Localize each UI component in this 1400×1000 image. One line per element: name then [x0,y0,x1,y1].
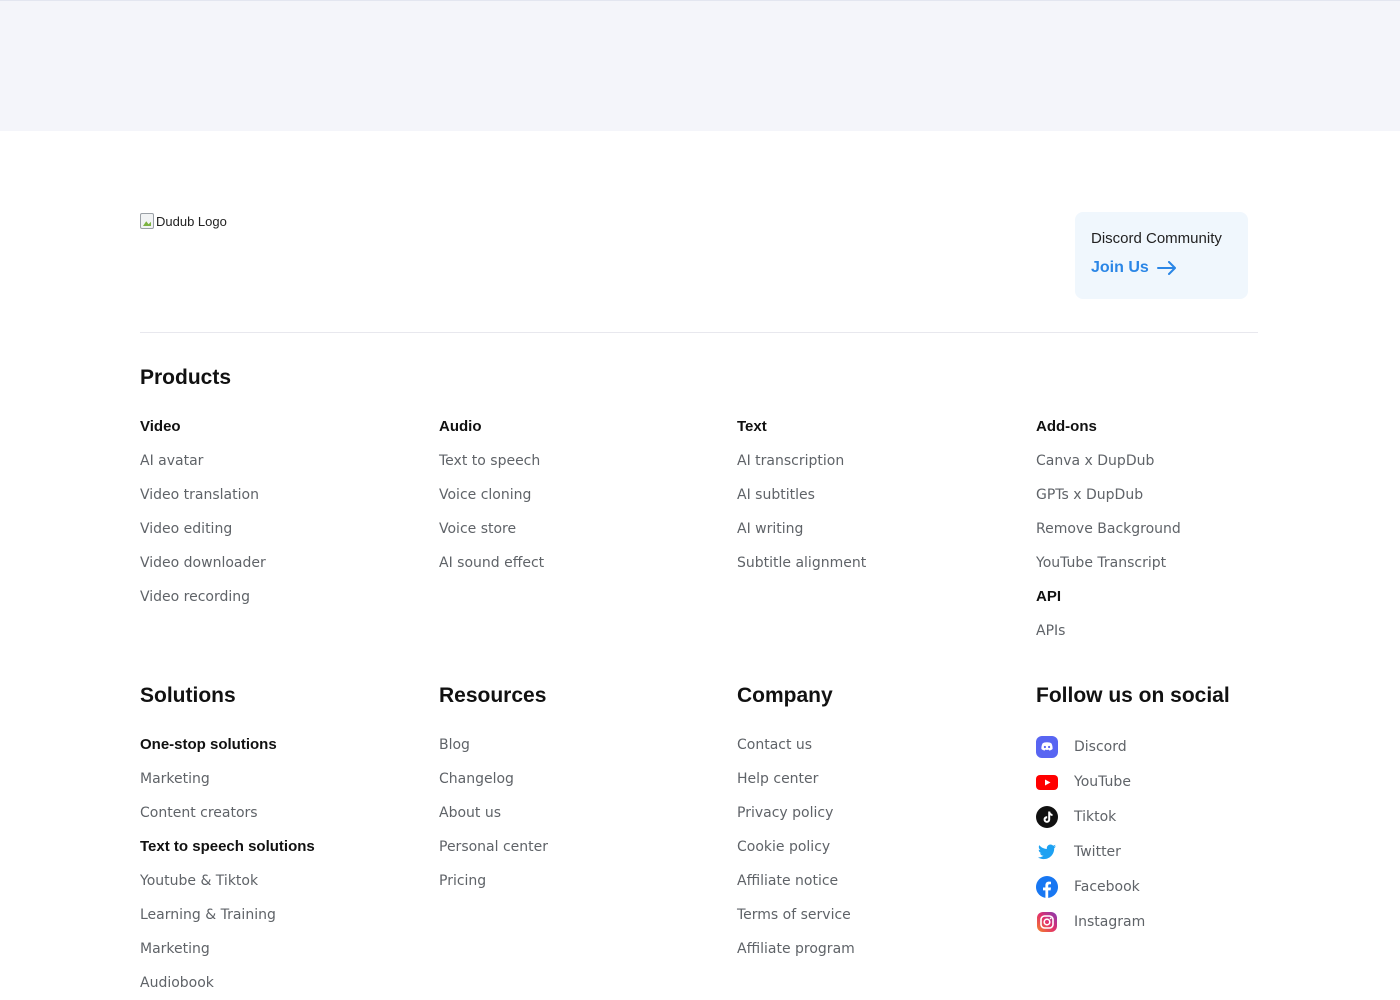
group-heading-one-stop-solutions: One-stop solutions [140,736,277,753]
resources-title: Resources [439,684,547,707]
footer-divider [140,332,1258,333]
join-us-label: Join Us [1091,259,1149,276]
footer-link-voice-cloning[interactable]: Voice cloning [439,478,719,512]
arrow-right-icon [1156,261,1176,275]
youtube-icon [1036,771,1058,793]
products-column-video: Video AI avatar Video translation Video edi… [140,410,420,614]
social-link-label: Twitter [1074,843,1121,860]
footer-link-changelog[interactable]: Changelog [439,762,719,796]
social-link-label: Facebook [1074,878,1140,895]
group-heading-audio: Audio [439,418,482,435]
footer-link-video-translation[interactable]: Video translation [140,478,420,512]
social-link-facebook[interactable]: Facebook [1036,869,1316,904]
footer-link-ai-subtitles[interactable]: AI subtitles [737,478,1017,512]
products-title: Products [140,366,232,389]
top-band [0,0,1400,131]
footer-link-pricing[interactable]: Pricing [439,864,719,898]
facebook-icon [1036,875,1058,898]
social-link-label: Instagram [1074,913,1146,930]
company-title: Company [737,684,833,707]
footer-link-privacy-policy[interactable]: Privacy policy [737,796,1017,830]
social-link-tiktok[interactable]: Tiktok [1036,799,1316,834]
footer-link-terms-of-service[interactable]: Terms of service [737,898,1017,932]
footer-link-contact-us[interactable]: Contact us [737,728,1017,762]
footer-link-content-creators[interactable]: Content creators [140,796,420,830]
footer-link-remove-background[interactable]: Remove Background [1036,512,1316,546]
footer-link-video-recording[interactable]: Video recording [140,580,420,614]
social-column: Discord YouTube Tiktok Twitter Facebook Insta… [1036,729,1316,939]
products-column-addons: Add-ons Canva x DupDub GPTs x DupDub Remove… [1036,410,1316,648]
footer-link-gpts-x-dupdub[interactable]: GPTs x DupDub [1036,478,1316,512]
footer-link-audiobook[interactable]: Audiobook [140,966,420,1000]
footer-link-affiliate-program[interactable]: Affiliate program [737,932,1017,966]
footer-link-ai-transcription[interactable]: AI transcription [737,444,1017,478]
footer-link-about-us[interactable]: About us [439,796,719,830]
footer-link-video-downloader[interactable]: Video downloader [140,546,420,580]
social-link-instagram[interactable]: Instagram [1036,904,1316,939]
footer-link-subtitle-alignment[interactable]: Subtitle alignment [737,546,1017,580]
join-us-link[interactable]: Join Us [1091,259,1232,277]
footer-link-youtube-and-tiktok[interactable]: Youtube & Tiktok [140,864,420,898]
footer-link-ai-sound-effect[interactable]: AI sound effect [439,546,719,580]
footer-link-affiliate-notice[interactable]: Affiliate notice [737,864,1017,898]
products-column-audio: Audio Text to speech Voice cloning Voice st… [439,410,719,580]
social-link-label: YouTube [1074,773,1131,790]
broken-image-icon [140,213,154,229]
social-link-youtube[interactable]: YouTube [1036,764,1316,799]
social-link-discord[interactable]: Discord [1036,729,1316,764]
footer-link-personal-center[interactable]: Personal center [439,830,719,864]
tiktok-icon [1036,805,1058,828]
footer-link-cookie-policy[interactable]: Cookie policy [737,830,1017,864]
twitter-icon [1036,841,1058,863]
group-heading-text-to-speech-solutions: Text to speech solutions [140,838,315,855]
group-heading-add-ons: Add-ons [1036,418,1097,435]
instagram-icon [1036,911,1058,933]
logo-alt-text: Dudub Logo [156,213,227,229]
footer-link-canva-x-dupdub[interactable]: Canva x DupDub [1036,444,1316,478]
resources-column: Blog Changelog About us Personal center Pric… [439,728,719,898]
solutions-column: One-stop solutions Marketing Content creat… [140,728,420,1000]
footer-link-marketing[interactable]: Marketing [140,932,420,966]
footer-link-ai-writing[interactable]: AI writing [737,512,1017,546]
group-heading-text: Text [737,418,767,435]
footer-link-apis[interactable]: APIs [1036,614,1316,648]
social-link-label: Discord [1074,738,1127,755]
company-column: Contact us Help center Privacy policy Cooki… [737,728,1017,966]
social-link-twitter[interactable]: Twitter [1036,834,1316,869]
footer-link-text-to-speech[interactable]: Text to speech [439,444,719,478]
footer-link-voice-store[interactable]: Voice store [439,512,719,546]
footer-link-learning-and-training[interactable]: Learning & Training [140,898,420,932]
footer-link-blog[interactable]: Blog [439,728,719,762]
discord-card-title: Discord Community [1091,230,1222,247]
group-heading-video: Video [140,418,181,435]
footer-link-marketing[interactable]: Marketing [140,762,420,796]
social-title: Follow us on social [1036,684,1230,707]
footer-link-help-center[interactable]: Help center [737,762,1017,796]
solutions-title: Solutions [140,684,236,707]
products-column-text: Text AI transcription AI subtitles AI writi… [737,410,1017,580]
discord-icon [1036,735,1058,758]
footer-link-video-editing[interactable]: Video editing [140,512,420,546]
social-link-label: Tiktok [1074,808,1117,825]
logo[interactable]: Dudub Logo [140,212,227,230]
footer-link-ai-avatar[interactable]: AI avatar [140,444,420,478]
footer-link-youtube-transcript[interactable]: YouTube Transcript [1036,546,1316,580]
discord-community-card: Discord Community Join Us [1075,212,1248,299]
group-heading-api: API [1036,588,1062,605]
